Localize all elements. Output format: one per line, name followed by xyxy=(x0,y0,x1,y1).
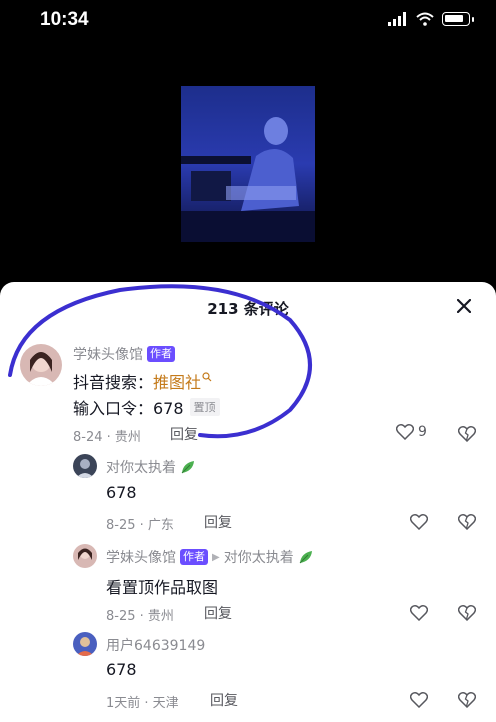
author-badge: 作者 xyxy=(180,549,208,565)
dislike-button[interactable] xyxy=(457,605,477,625)
wifi-icon xyxy=(416,12,434,26)
avatar[interactable] xyxy=(73,632,97,656)
comment-meta: 8-25 · 贵州 xyxy=(106,609,174,624)
like-button[interactable]: 9 xyxy=(396,424,427,440)
comment-meta: 8-24 · 贵州 xyxy=(73,430,141,445)
avatar[interactable] xyxy=(20,344,62,386)
avatar[interactable] xyxy=(73,544,97,568)
leaf-icon xyxy=(181,461,194,474)
like-button[interactable] xyxy=(410,605,428,621)
reply-button[interactable]: 回复 xyxy=(170,424,198,444)
comment-count-title: 213 条评论 xyxy=(207,300,289,318)
like-count: 9 xyxy=(418,424,427,440)
leaf-icon xyxy=(299,551,312,564)
status-bar: 10:34 xyxy=(0,0,496,44)
reply-button[interactable]: 回复 xyxy=(204,512,232,532)
close-icon xyxy=(457,299,471,313)
like-button[interactable] xyxy=(410,514,428,530)
reply-button[interactable]: 回复 xyxy=(210,690,238,710)
search-link[interactable]: 推图社 xyxy=(153,369,201,393)
reply-arrow-icon: ▶ xyxy=(212,551,220,563)
comment-username[interactable]: 学妹头像馆 xyxy=(73,344,143,364)
search-icon xyxy=(202,372,212,382)
video-thumbnail xyxy=(181,86,315,242)
comment-username[interactable]: 学妹头像馆 xyxy=(106,547,176,567)
comment-text: 看置顶作品取图 xyxy=(106,578,219,597)
status-time: 10:34 xyxy=(40,9,89,30)
broken-heart-icon xyxy=(457,426,477,443)
reply-to-username[interactable]: 对你太执着 xyxy=(224,547,294,567)
battery-icon xyxy=(442,12,470,26)
signal-icon xyxy=(388,12,406,26)
dislike-button[interactable] xyxy=(457,514,477,534)
heart-icon xyxy=(410,692,428,708)
dislike-button[interactable] xyxy=(457,426,477,446)
comment-username[interactable]: 对你太执着 xyxy=(106,457,176,477)
reply-button[interactable]: 回复 xyxy=(204,603,232,623)
dislike-button[interactable] xyxy=(457,692,477,712)
heart-icon xyxy=(410,514,428,530)
comment-sheet: 213 条评论 学妹头像馆 作者 抖音搜索： 推图社 输入口令：678 置顶 8… xyxy=(0,282,496,722)
comment-text-prefix: 抖音搜索： xyxy=(73,373,154,392)
heart-icon xyxy=(410,605,428,621)
video-player[interactable] xyxy=(0,44,496,294)
comment-meta: 8-25 · 广东 xyxy=(106,518,174,533)
like-button[interactable] xyxy=(410,692,428,708)
comment-text: 输入口令：678 xyxy=(73,399,184,418)
pinned-badge: 置顶 xyxy=(189,398,220,416)
status-icons xyxy=(388,12,474,26)
comment-username[interactable]: 用户64639149 xyxy=(106,635,205,655)
battery-tip xyxy=(472,16,474,22)
broken-heart-icon xyxy=(457,692,477,709)
comment-meta: 1天前 · 天津 xyxy=(106,696,179,711)
avatar[interactable] xyxy=(73,454,97,478)
broken-heart-icon xyxy=(457,605,477,622)
close-button[interactable] xyxy=(452,294,476,318)
comment-text: 678 xyxy=(106,483,137,502)
comment-text: 678 xyxy=(106,660,137,679)
heart-icon xyxy=(396,424,414,440)
broken-heart-icon xyxy=(457,514,477,531)
author-badge: 作者 xyxy=(147,346,175,362)
